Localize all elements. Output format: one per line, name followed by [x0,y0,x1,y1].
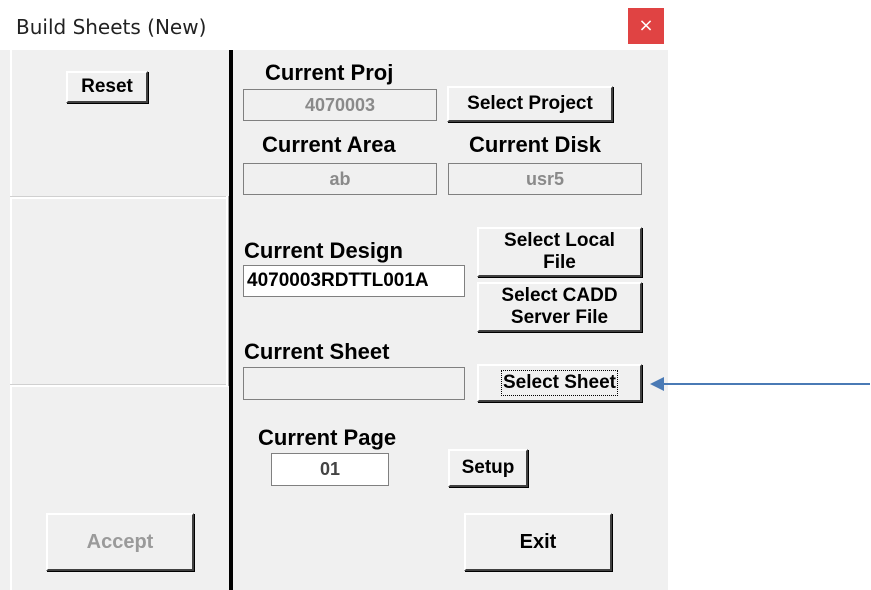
select-sheet-button[interactable]: Select Sheet [477,364,642,402]
exit-button-label: Exit [519,531,557,553]
current-page-label: Current Page [258,425,397,450]
left-divider-top [10,196,228,199]
current-design-label: Current Design [244,238,403,263]
reset-button-label: Reset [81,76,133,97]
left-pane [10,50,230,590]
current-sheet-field [243,367,465,400]
build-sheets-window: Build Sheets (New) × Reset Accept Curren… [0,0,668,590]
select-sheet-label: Select Sheet [501,370,618,396]
title-bar: Build Sheets (New) × [0,0,668,50]
reset-button[interactable]: Reset [66,71,148,103]
current-design-field[interactable]: 4070003RDTTL001A [243,265,465,297]
current-area-field: ab [243,163,437,195]
accept-button-label: Accept [86,531,154,553]
select-local-file-button[interactable]: Select Local File [477,227,642,277]
select-local-file-label-line1: Select Local [504,230,615,251]
current-sheet-label: Current Sheet [244,339,390,364]
select-cadd-server-file-label-line2: Server File [510,307,609,328]
current-proj-field: 4070003 [243,89,437,121]
close-icon: × [638,15,654,36]
current-disk-label: Current Disk [469,132,602,157]
current-proj-label: Current Proj [265,60,394,85]
close-button[interactable]: × [628,8,664,44]
accept-button[interactable]: Accept [46,513,194,571]
exit-button[interactable]: Exit [464,513,612,571]
select-cadd-server-file-label-line1: Select CADD [501,285,618,306]
setup-button[interactable]: Setup [448,449,528,487]
select-local-file-label-line2: File [543,252,576,273]
select-project-button[interactable]: Select Project [447,86,613,122]
current-page-field[interactable]: 01 [271,453,389,486]
setup-button-label: Setup [461,457,515,478]
select-cadd-server-file-button[interactable]: Select CADD Server File [477,282,642,332]
current-area-label: Current Area [262,132,396,157]
left-divider-bottom [10,384,228,387]
current-disk-field: usr5 [448,163,642,195]
annotation-arrow-icon [650,377,870,391]
window-title: Build Sheets (New) [16,15,207,39]
left-pane-edge [10,50,12,590]
select-project-label: Select Project [467,93,593,114]
